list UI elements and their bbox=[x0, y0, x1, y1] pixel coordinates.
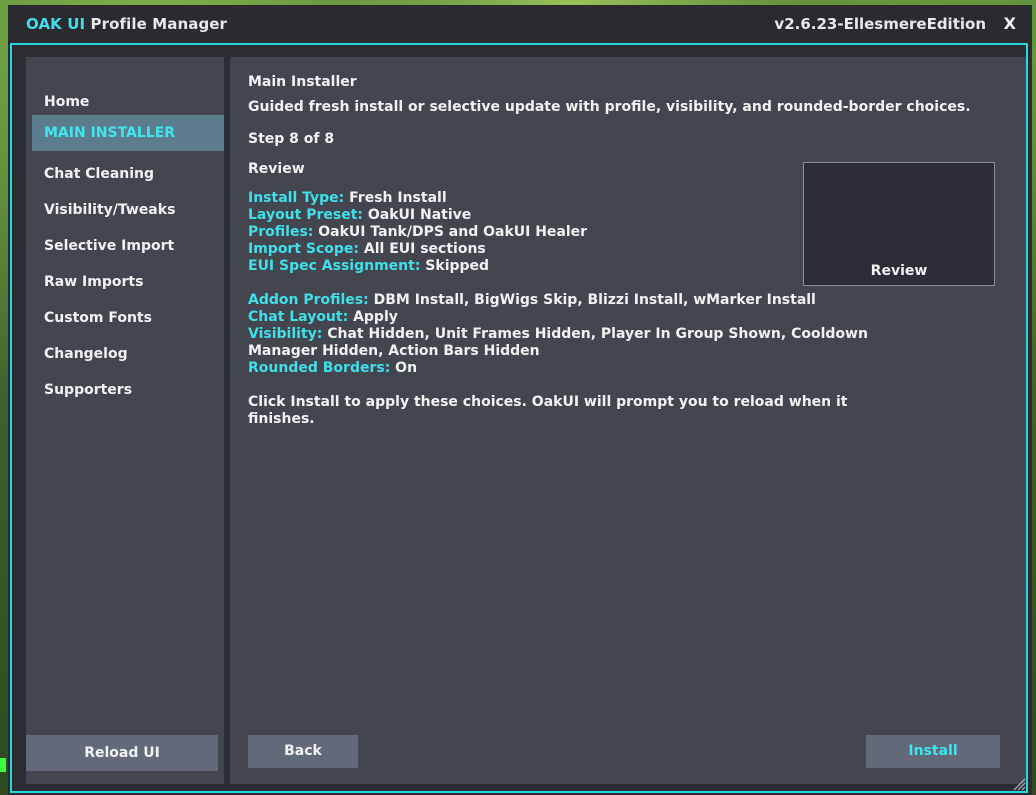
footer-note-line1: Click Install to apply these choices. Oa… bbox=[248, 394, 848, 410]
summary-value: On bbox=[395, 360, 418, 376]
summary-visibility-continued: Manager Hidden, Action Bars Hidden bbox=[248, 343, 540, 360]
window-title-text: Profile Manager bbox=[90, 15, 228, 33]
game-ui-fragment bbox=[0, 758, 6, 772]
sidebar-item-custom-fonts[interactable]: Custom Fonts bbox=[32, 300, 224, 336]
version-label: v2.6.23-EllesmereEdition bbox=[774, 15, 986, 33]
preview-label: Review bbox=[870, 263, 928, 279]
page-title: Main Installer bbox=[248, 74, 357, 90]
summary-label: Install Type: bbox=[248, 190, 345, 206]
summary-addon-profiles: Addon Profiles: DBM Install, BigWigs Ski… bbox=[248, 292, 816, 309]
install-button[interactable]: Install bbox=[866, 735, 1000, 768]
summary-value: All EUI sections bbox=[363, 241, 486, 257]
summary-profiles: Profiles: OakUI Tank/DPS and OakUI Heale… bbox=[248, 224, 587, 241]
reload-ui-button[interactable]: Reload UI bbox=[26, 735, 218, 771]
sidebar-item-selective-import[interactable]: Selective Import bbox=[32, 228, 224, 264]
summary-value: OakUI Native bbox=[367, 207, 472, 223]
summary-label: Layout Preset: bbox=[248, 207, 363, 223]
summary-layout-preset: Layout Preset: OakUI Native bbox=[248, 207, 471, 224]
brand-name: OAK UI bbox=[26, 15, 86, 33]
back-button[interactable]: Back bbox=[248, 735, 358, 768]
main-installer-panel: Main Installer Guided fresh install or s… bbox=[230, 57, 1026, 784]
footer-note-line2: finishes. bbox=[248, 411, 315, 427]
review-preview-image: Review bbox=[803, 162, 995, 286]
sidebar-item-main-installer[interactable]: MAIN INSTALLER bbox=[32, 115, 224, 151]
title-bar[interactable]: OAK UI Profile Manager v2.6.23-Ellesmere… bbox=[8, 5, 1032, 44]
sidebar-item-raw-imports[interactable]: Raw Imports bbox=[32, 264, 224, 300]
close-button[interactable]: X bbox=[1004, 14, 1016, 33]
summary-rounded-borders: Rounded Borders: On bbox=[248, 360, 417, 377]
summary-value: Chat Hidden, Unit Frames Hidden, Player … bbox=[327, 326, 868, 342]
summary-value: Skipped bbox=[425, 258, 490, 274]
window-title: OAK UI Profile Manager bbox=[26, 15, 227, 33]
summary-label: Import Scope: bbox=[248, 241, 360, 257]
profile-manager-window: OAK UI Profile Manager v2.6.23-Ellesmere… bbox=[8, 5, 1032, 795]
step-indicator: Step 8 of 8 bbox=[248, 131, 335, 147]
summary-eui-spec-assignment: EUI Spec Assignment: Skipped bbox=[248, 258, 489, 275]
sidebar-item-chat-cleaning[interactable]: Chat Cleaning bbox=[32, 156, 224, 192]
sidebar: Home MAIN INSTALLER Chat Cleaning Visibi… bbox=[26, 57, 224, 784]
summary-value: DBM Install, BigWigs Skip, Blizzi Instal… bbox=[373, 292, 816, 308]
summary-label: Chat Layout: bbox=[248, 309, 349, 325]
summary-value: Manager Hidden, Action Bars Hidden bbox=[248, 343, 540, 359]
resize-grip-icon[interactable] bbox=[1012, 777, 1026, 791]
page-description: Guided fresh install or selective update… bbox=[248, 99, 971, 115]
sidebar-item-changelog[interactable]: Changelog bbox=[32, 336, 224, 372]
summary-label: EUI Spec Assignment: bbox=[248, 258, 421, 274]
summary-value: Apply bbox=[353, 309, 398, 325]
section-title: Review bbox=[248, 161, 305, 177]
summary-chat-layout: Chat Layout: Apply bbox=[248, 309, 398, 326]
summary-value: OakUI Tank/DPS and OakUI Healer bbox=[318, 224, 588, 240]
summary-import-scope: Import Scope: All EUI sections bbox=[248, 241, 486, 258]
summary-label: Visibility: bbox=[248, 326, 323, 342]
summary-label: Rounded Borders: bbox=[248, 360, 391, 376]
sidebar-item-supporters[interactable]: Supporters bbox=[32, 372, 224, 408]
summary-visibility: Visibility: Chat Hidden, Unit Frames Hid… bbox=[248, 326, 868, 343]
summary-label: Profiles: bbox=[248, 224, 314, 240]
summary-install-type: Install Type: Fresh Install bbox=[248, 190, 447, 207]
sidebar-item-visibility-tweaks[interactable]: Visibility/Tweaks bbox=[32, 192, 224, 228]
summary-label: Addon Profiles: bbox=[248, 292, 369, 308]
summary-value: Fresh Install bbox=[349, 190, 447, 206]
